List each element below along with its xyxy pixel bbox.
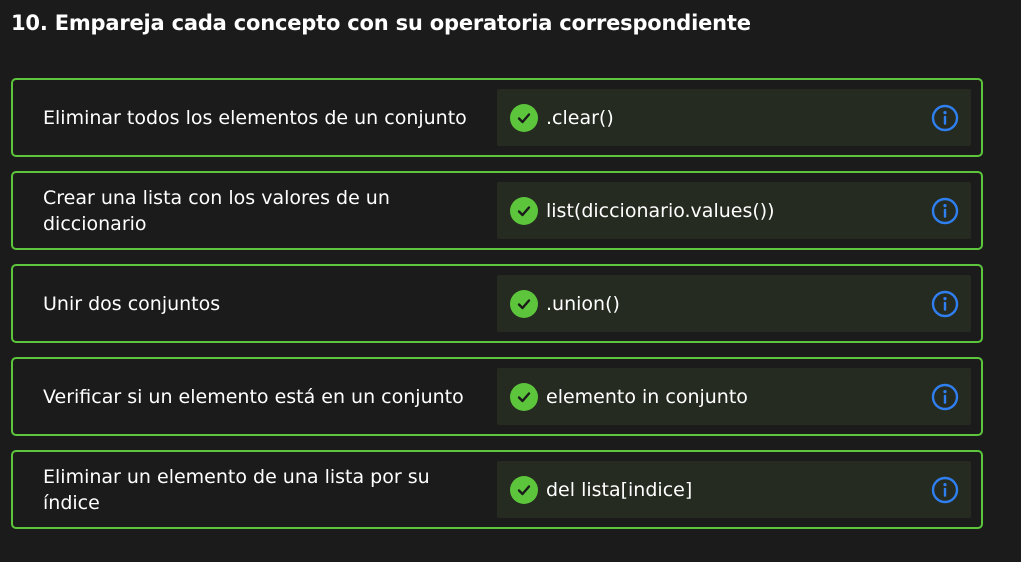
answer-label: list(diccionario.values()) bbox=[546, 199, 775, 222]
info-icon[interactable] bbox=[931, 104, 959, 132]
answer-label: elemento in conjunto bbox=[546, 385, 748, 408]
question-title: 10. Empareja cada concepto con su operat… bbox=[11, 11, 751, 35]
check-circle-icon bbox=[510, 382, 538, 411]
match-row: Eliminar todos los elementos de un conju… bbox=[11, 78, 983, 157]
match-row: Eliminar un elemento de una lista por su… bbox=[11, 450, 983, 529]
check-circle-icon bbox=[510, 103, 538, 132]
check-circle-icon bbox=[510, 196, 538, 225]
match-row: Verificar si un elemento está en un conj… bbox=[11, 357, 983, 436]
answer-label: del lista[indice] bbox=[546, 478, 693, 501]
answer-box[interactable]: .clear() bbox=[497, 89, 971, 146]
match-list: Eliminar todos los elementos de un conju… bbox=[11, 78, 983, 543]
concept-label: Eliminar todos los elementos de un conju… bbox=[43, 106, 467, 129]
answer-box[interactable]: list(diccionario.values()) bbox=[497, 182, 971, 239]
info-icon[interactable] bbox=[931, 197, 959, 225]
concept-label: Crear una lista con los valores de un di… bbox=[43, 186, 390, 235]
match-row: Crear una lista con los valores de un di… bbox=[11, 171, 983, 250]
info-icon[interactable] bbox=[931, 476, 959, 504]
match-row: Unir dos conjuntos .union() bbox=[11, 264, 983, 343]
answer-box[interactable]: elemento in conjunto bbox=[497, 368, 971, 425]
info-icon[interactable] bbox=[931, 383, 959, 411]
answer-label: .clear() bbox=[546, 106, 614, 129]
check-circle-icon bbox=[510, 475, 538, 504]
check-circle-icon bbox=[510, 289, 538, 318]
answer-box[interactable]: .union() bbox=[497, 275, 971, 332]
answer-label: .union() bbox=[546, 292, 620, 315]
answer-box[interactable]: del lista[indice] bbox=[497, 461, 971, 518]
concept-label: Eliminar un elemento de una lista por su… bbox=[43, 465, 430, 514]
concept-label: Unir dos conjuntos bbox=[43, 292, 221, 315]
info-icon[interactable] bbox=[931, 290, 959, 318]
concept-label: Verificar si un elemento está en un conj… bbox=[43, 385, 464, 408]
